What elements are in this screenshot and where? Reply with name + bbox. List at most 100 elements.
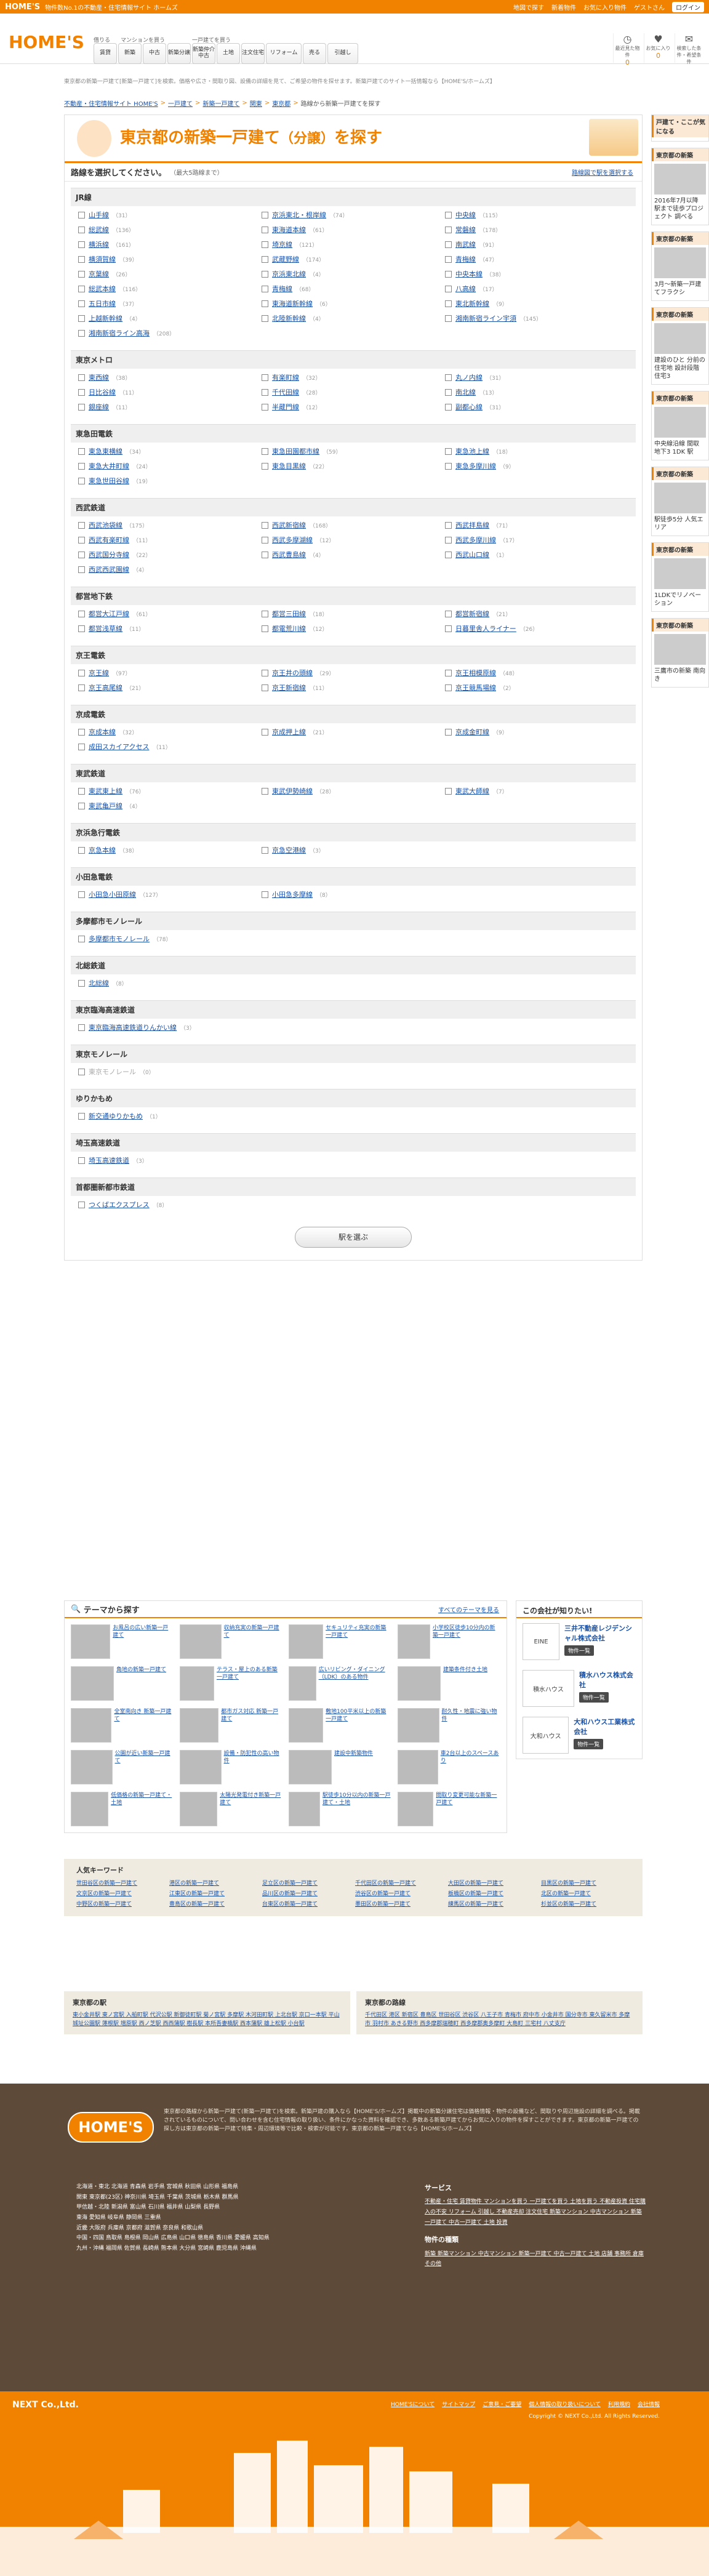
line-link[interactable]: 東急池上線 — [455, 446, 489, 456]
keyword-link[interactable]: 豊島区の新築一戸建て — [169, 1900, 258, 1908]
line-link[interactable]: 西武豊島線 — [272, 550, 306, 560]
keyword-link[interactable]: 墨田区の新築一戸建て — [355, 1900, 444, 1908]
line-checkbox[interactable] — [262, 270, 268, 278]
line-link[interactable]: 京成本線 — [89, 727, 116, 737]
line-option[interactable]: 銀座線 （11） — [78, 401, 262, 413]
theme-link[interactable]: 耐久性・地震に強い物件 — [442, 1708, 500, 1743]
line-link[interactable]: 南北線 — [455, 387, 476, 397]
theme-item[interactable]: 設備・防犯性の高い物件 — [180, 1750, 282, 1784]
theme-image[interactable] — [71, 1624, 111, 1659]
line-option[interactable]: 京成押上線 （21） — [262, 726, 445, 738]
line-link[interactable]: 西武池袋線 — [89, 520, 122, 530]
keyword-link[interactable]: 板橋区の新築一戸建て — [448, 1889, 537, 1897]
line-option[interactable]: 京王井の頭線 （29） — [262, 667, 445, 679]
line-checkbox[interactable] — [78, 300, 85, 307]
line-option[interactable]: 小田急小田原線 （127） — [78, 888, 262, 901]
line-option[interactable]: 東急多摩川線 （9） — [445, 460, 628, 472]
line-option[interactable]: 東海道新幹線 （6） — [262, 297, 445, 310]
homes-logo[interactable]: HOME'S — [9, 32, 84, 52]
theme-item[interactable]: セキュリティ充実の新築一戸建て — [289, 1624, 391, 1659]
line-checkbox[interactable] — [445, 226, 452, 233]
line-link[interactable]: 成田スカイアクセス — [89, 742, 149, 752]
theme-link[interactable]: 駅徒歩10分以内の新築一戸建て・土地 — [322, 1792, 391, 1826]
keyword-link[interactable]: 北区の新築一戸建て — [541, 1889, 630, 1897]
line-checkbox[interactable] — [78, 891, 85, 898]
line-link[interactable]: 西武拝島線 — [455, 520, 489, 530]
next-logo[interactable]: NEXT Co.,Ltd. — [12, 2400, 79, 2410]
line-checkbox[interactable] — [262, 610, 268, 617]
line-checkbox[interactable] — [78, 270, 85, 278]
theme-item[interactable]: 車2台以上のスペースあり — [398, 1750, 500, 1784]
theme-link[interactable]: 公園が近い新築一戸建て — [115, 1750, 174, 1784]
line-link[interactable]: 中央線 — [455, 210, 476, 220]
line-option[interactable]: 京王新宿線 （11） — [262, 681, 445, 694]
theme-image[interactable] — [289, 1666, 316, 1701]
line-option[interactable]: 西武拝島線 （71） — [445, 519, 628, 531]
prefecture-row[interactable]: 近畿 大阪府 兵庫県 京都府 滋賀県 奈良県 和歌山県 — [76, 2223, 384, 2234]
theme-image[interactable] — [398, 1792, 434, 1826]
line-option[interactable]: 京葉線 （26） — [78, 268, 262, 280]
line-link[interactable]: 小田急小田原線 — [89, 889, 136, 899]
line-checkbox[interactable] — [78, 315, 85, 322]
line-option[interactable]: 総武本線 （116） — [78, 283, 262, 295]
theme-item[interactable]: お風呂の広い新築一戸建て — [71, 1624, 174, 1659]
company-logo[interactable]: EINE — [523, 1623, 559, 1660]
line-checkbox[interactable] — [78, 846, 85, 854]
line-link[interactable]: 上越新幹線 — [89, 313, 122, 323]
line-checkbox[interactable] — [445, 669, 452, 676]
line-checkbox[interactable] — [78, 1024, 85, 1031]
prefecture-row[interactable]: 甲信越・北陸 新潟県 富山県 石川県 福井県 山梨県 長野県 — [76, 2202, 384, 2213]
line-checkbox[interactable] — [262, 447, 268, 455]
company-name[interactable]: 積水ハウス株式会社 — [579, 1670, 636, 1690]
nav-moving[interactable]: 引越し — [327, 43, 358, 64]
sidebar-box[interactable]: 東京都の新築 三鷹市の新築 南向き — [651, 618, 709, 688]
line-option[interactable]: 京王相模原線 （48） — [445, 667, 628, 679]
line-link[interactable]: 副都心線 — [455, 402, 483, 412]
line-checkbox[interactable] — [262, 255, 268, 263]
line-link[interactable]: 埼玉高速鉄道 — [89, 1155, 129, 1165]
theme-item[interactable]: 太陽光発電付き新築一戸建て — [180, 1792, 282, 1826]
sidebar-box-text[interactable]: 中央線沿線 間取 地下3 1DK 駅 — [652, 440, 708, 460]
theme-image[interactable] — [71, 1750, 113, 1784]
line-option[interactable]: 東海道本線 （61） — [262, 223, 445, 236]
line-checkbox[interactable] — [445, 625, 452, 632]
line-option[interactable]: 総武線 （136） — [78, 223, 262, 236]
line-link[interactable]: 銀座線 — [89, 402, 109, 412]
theme-link[interactable]: 設備・防犯性の高い物件 — [224, 1750, 282, 1784]
line-checkbox[interactable] — [78, 447, 85, 455]
line-option[interactable]: 西武多摩川線 （17） — [445, 534, 628, 546]
line-option[interactable]: 東京臨海高速鉄道りんかい線 （3） — [78, 1021, 262, 1033]
theme-image[interactable] — [180, 1750, 222, 1784]
line-option[interactable]: 京王高尾線 （21） — [78, 681, 262, 694]
line-link[interactable]: 総武本線 — [89, 284, 116, 294]
line-checkbox[interactable] — [78, 477, 85, 484]
theme-link[interactable]: 車2台以上のスペースあり — [441, 1750, 500, 1784]
line-checkbox[interactable] — [78, 329, 85, 337]
line-option[interactable]: 西武有楽町線 （11） — [78, 534, 262, 546]
nav-new-mansion[interactable]: 新築 — [118, 43, 142, 64]
line-option[interactable]: 東急目黒線 （22） — [262, 460, 445, 472]
theme-all-link[interactable]: すべてのテーマを見る — [438, 1605, 499, 1614]
line-checkbox[interactable] — [78, 551, 85, 558]
line-link[interactable]: 京王競馬場線 — [455, 683, 496, 692]
line-option[interactable]: 五日市線 （37） — [78, 297, 262, 310]
line-checkbox[interactable] — [262, 315, 268, 322]
line-checkbox[interactable] — [445, 610, 452, 617]
line-checkbox[interactable] — [78, 536, 85, 544]
breadcrumb-house[interactable]: 一戸建て — [168, 98, 193, 108]
line-link[interactable]: 都営新宿線 — [455, 609, 489, 619]
line-checkbox[interactable] — [78, 1112, 85, 1120]
line-option[interactable]: 山手線 （31） — [78, 209, 262, 221]
theme-link[interactable]: お風呂の広い新築一戸建て — [113, 1624, 174, 1659]
breadcrumb-tokyo[interactable]: 東京都 — [272, 98, 290, 108]
line-checkbox[interactable] — [262, 669, 268, 676]
line-option[interactable]: 北総線 （8） — [78, 977, 262, 989]
line-checkbox[interactable] — [78, 625, 85, 632]
theme-link[interactable]: 全室南向き 新築一戸建て — [114, 1708, 174, 1743]
line-option[interactable]: 埼玉高速鉄道 （3） — [78, 1154, 262, 1166]
line-option[interactable]: 上越新幹線 （4） — [78, 312, 262, 324]
company-list-button[interactable]: 物件一覧 — [574, 1739, 604, 1749]
theme-image[interactable] — [180, 1708, 219, 1743]
line-option[interactable]: 東武伊勢崎線 （28） — [262, 785, 445, 797]
line-link[interactable]: 総武線 — [89, 225, 109, 235]
